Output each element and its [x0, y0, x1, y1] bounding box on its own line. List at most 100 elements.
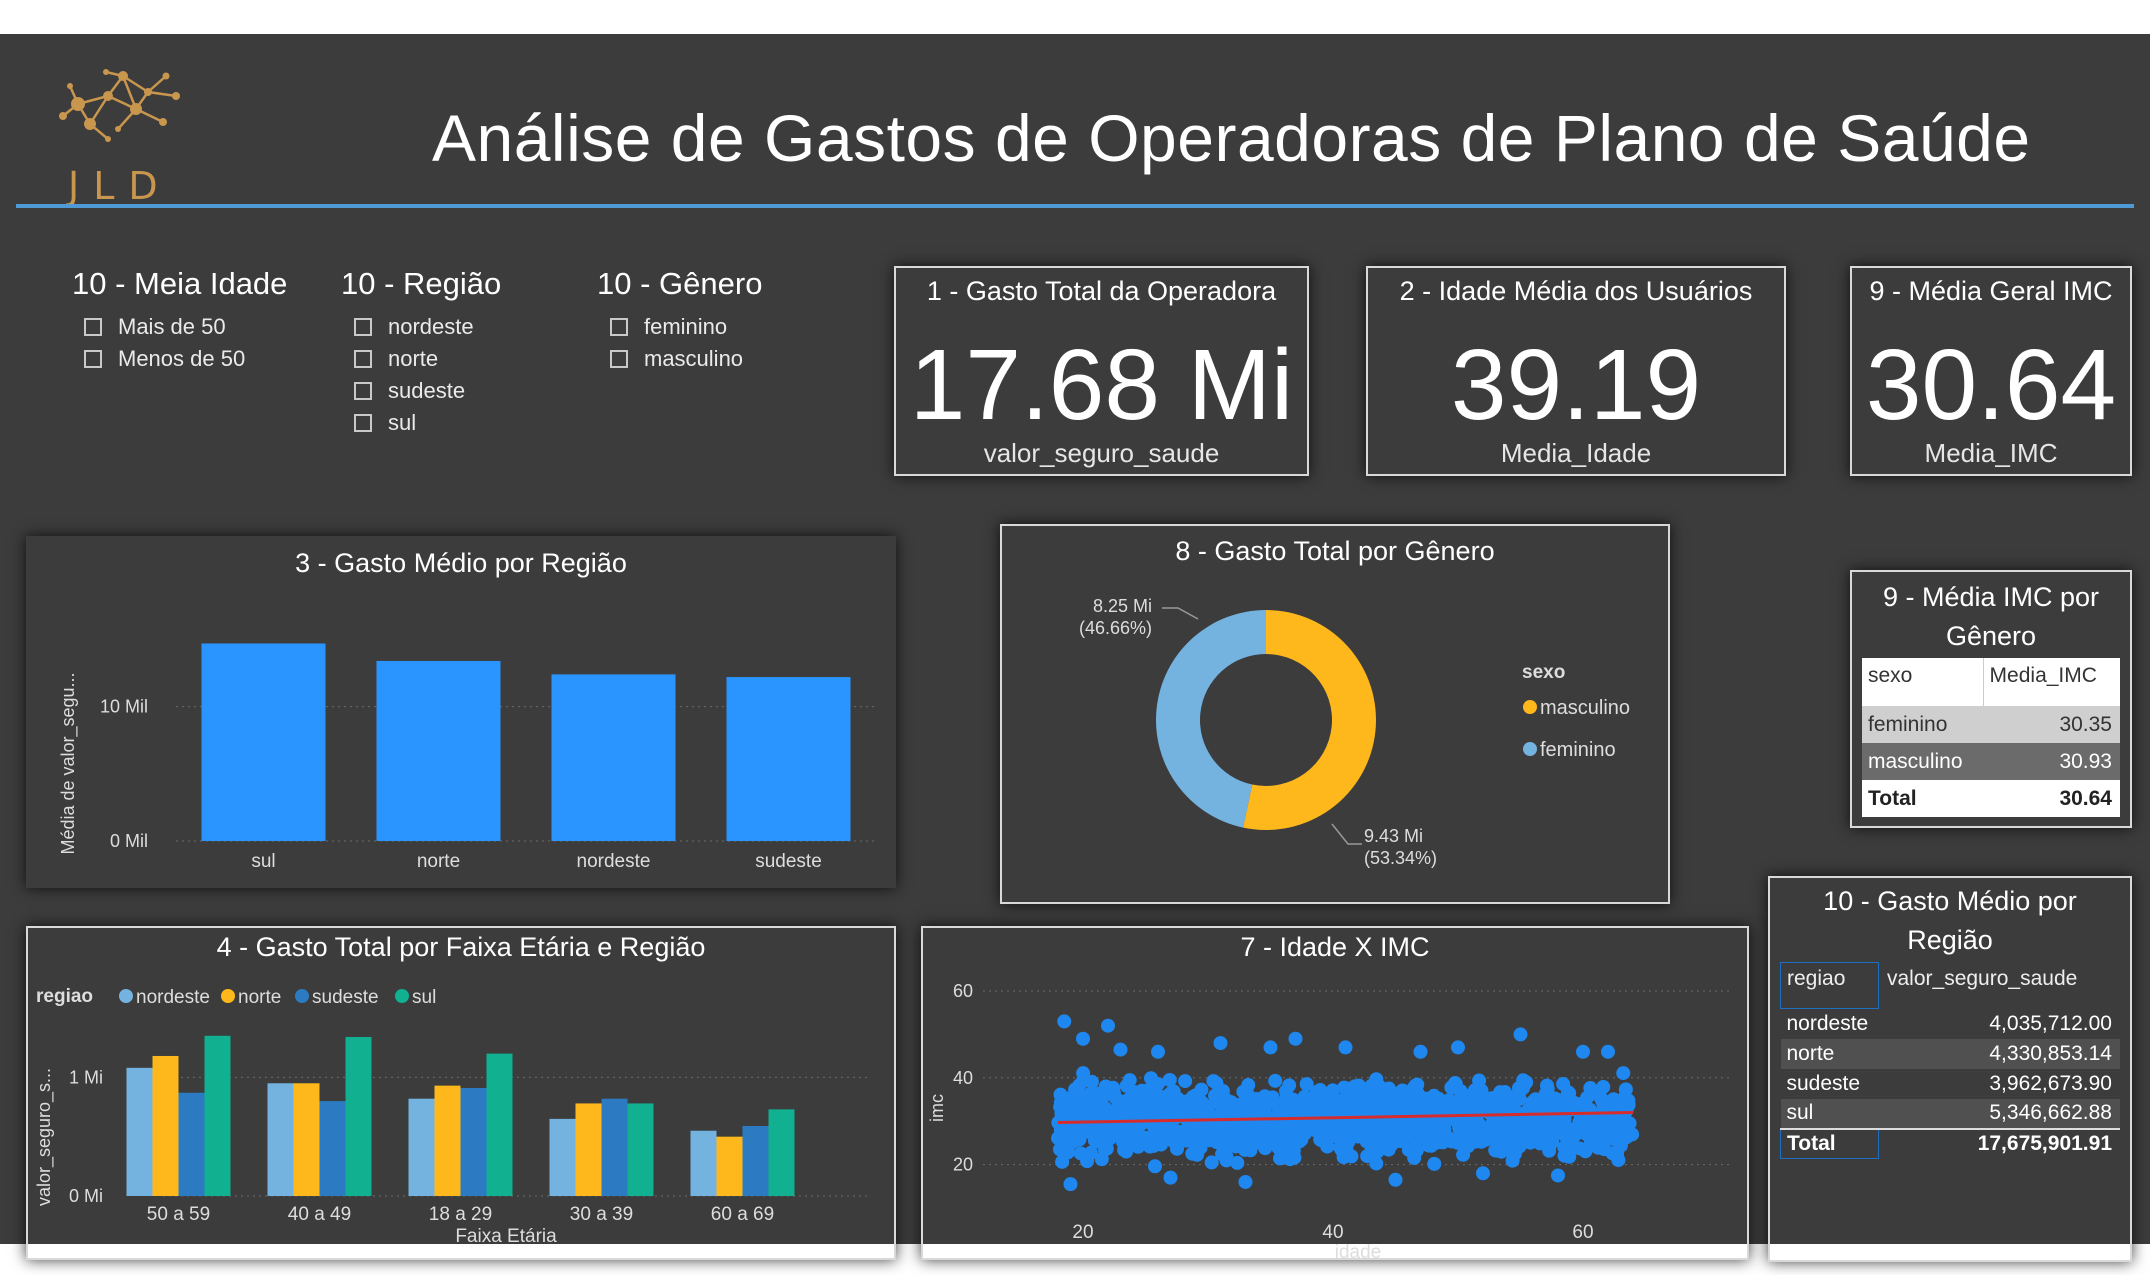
checkbox[interactable] [354, 414, 372, 432]
table-row: feminino 30.35 [1862, 706, 2120, 743]
kpi-title: 9 - Média Geral IMC [1869, 276, 2113, 306]
chart-gasto-total-genero[interactable]: 8 - Gasto Total por Gênero 9.43 Mi (53.34… [1000, 524, 1670, 904]
slicer-meia-idade: 10 - Meia Idade Mais de 50 Menos de 50 [72, 266, 312, 406]
slicer-option-nordeste[interactable]: nordeste [354, 314, 474, 340]
scatter-point [1291, 1117, 1306, 1132]
slicer-option-mais-de-50[interactable]: Mais de 50 [84, 314, 226, 340]
scatter-point [1302, 1104, 1317, 1119]
legend-label: sudeste [312, 987, 379, 1008]
checkbox[interactable] [84, 350, 102, 368]
scatter-point [1408, 1078, 1423, 1093]
bar-sudeste [601, 1098, 628, 1196]
legend-label: norte [238, 987, 281, 1008]
table-header-row: regiao valor_seguro_saude [1780, 962, 2121, 1009]
scatter-point [1427, 1156, 1442, 1171]
scatter-point [1579, 1127, 1594, 1142]
scatter-point [1545, 1134, 1560, 1149]
x-tick-label: 30 a 39 [570, 1204, 633, 1225]
x-tick-label: 40 [1322, 1222, 1343, 1243]
bar-sul [204, 1035, 231, 1196]
table-imc-genero[interactable]: 9 - Média IMC por Gênero sexo Media_IMC … [1850, 570, 2132, 828]
scatter-point [1320, 1139, 1335, 1154]
scatter-point [1282, 1078, 1297, 1093]
chart-gasto-faixa-regiao[interactable]: 4 - Gasto Total por Faixa Etária e Regiã… [26, 926, 896, 1260]
checkbox[interactable] [354, 382, 372, 400]
scatter-point [1476, 1166, 1490, 1181]
scatter-point [1605, 1146, 1620, 1161]
bar-sudeste [319, 1101, 346, 1196]
scatter-point [1271, 1140, 1286, 1155]
slicer-option-sudeste[interactable]: sudeste [354, 378, 465, 404]
kpi-value: 17.68 Mi [909, 329, 1294, 441]
table-gasto-medio-regiao[interactable]: 10 - Gasto Médio por Região regiao valor… [1768, 876, 2132, 1262]
x-tick-label: 40 a 49 [288, 1204, 351, 1225]
x-tick-label: nordeste [577, 851, 651, 872]
scatter-point [1215, 1147, 1230, 1162]
checkbox[interactable] [84, 318, 102, 336]
scatter-point [1215, 1083, 1230, 1098]
legend-marker [1523, 700, 1537, 714]
bar-sul [345, 1036, 372, 1196]
bar-nordeste [408, 1098, 435, 1196]
scatter-point [1388, 1172, 1403, 1187]
slicer-regiao: 10 - Região nordeste norte sudeste sul [341, 266, 541, 466]
leader-line [1162, 607, 1199, 620]
scatter-point [1151, 1077, 1166, 1092]
leader-line [1331, 823, 1362, 845]
scatter-point [1089, 1130, 1104, 1145]
bar-nordeste [267, 1083, 294, 1196]
scatter-point [1494, 1144, 1509, 1159]
slicer-option-sul[interactable]: sul [354, 410, 416, 436]
scatter-point [1451, 1040, 1465, 1055]
slicer-option-feminino[interactable]: feminino [610, 314, 727, 340]
scatter-point [1551, 1168, 1565, 1183]
kpi-value: 39.19 [1450, 329, 1702, 441]
scatter-point [1194, 1095, 1209, 1110]
scatter-point [1165, 1130, 1180, 1145]
logo-text: JLD [68, 164, 172, 208]
scatter-point [1163, 1170, 1178, 1185]
table-total-row: Total 30.64 [1862, 780, 2120, 817]
chart-gasto-medio-regiao[interactable]: 3 - Gasto Médio por Região 0 Mil 10 Mil Mé… [26, 536, 896, 888]
slicer-option-masculino[interactable]: masculino [610, 346, 743, 372]
imc-genero-table: sexo Media_IMC feminino 30.35 masculino … [1862, 658, 2120, 817]
scatter-point [1053, 1142, 1068, 1157]
bar-norte [152, 1055, 179, 1196]
scatter-point [1088, 1087, 1103, 1102]
bar-chart-svg: 0 Mil 10 Mil Média de valor_segu...sul nort… [58, 643, 876, 872]
scatter-point [1534, 1122, 1549, 1137]
scatter-point [1276, 1123, 1291, 1138]
checkbox[interactable] [354, 318, 372, 336]
grouped-bar-chart-svg: regiao nordeste norte sudeste sul 0 Mi 1 Mi val… [34, 986, 868, 1247]
checkbox[interactable] [610, 350, 628, 368]
bar-sul [768, 1109, 795, 1196]
bar-sudeste [460, 1088, 487, 1196]
slicer-option-menos-de-50[interactable]: Menos de 50 [84, 346, 245, 372]
scatter-point [1073, 1146, 1088, 1161]
bar-sudeste [742, 1125, 769, 1196]
page-title: Análise de Gastos de Operadoras de Plano… [432, 101, 2031, 175]
scatter-point [1214, 1122, 1229, 1137]
scatter-point [1162, 1116, 1177, 1131]
legend-label: masculino [1540, 697, 1630, 719]
kpi-idade-media[interactable]: 2 - Idade Média dos Usuários 39.19 Media… [1366, 266, 1786, 476]
bar-norte [293, 1083, 320, 1196]
scatter-point [1380, 1084, 1395, 1099]
bar-nordeste [690, 1130, 717, 1196]
scatter-point [1055, 1090, 1070, 1105]
kpi-gasto-total[interactable]: 1 - Gasto Total da Operadora 17.68 Mi va… [894, 266, 1309, 476]
slicer-option-norte[interactable]: norte [354, 346, 438, 372]
checkbox[interactable] [610, 318, 628, 336]
table-row: sudeste 3,962,673.90 [1780, 1068, 2120, 1099]
checkbox[interactable] [354, 350, 372, 368]
scatter-point [1566, 1095, 1581, 1110]
chart-idade-x-imc[interactable]: 7 - Idade X IMC 20 40 60 20 40 60 idade imc [921, 926, 1749, 1263]
kpi-label: valor_seguro_saude [983, 438, 1220, 468]
scatter-point [1380, 1132, 1395, 1147]
scatter-point [1616, 1066, 1631, 1081]
x-tick-label: 60 [1572, 1222, 1593, 1243]
bar-norte [434, 1085, 461, 1196]
kpi-label: Media_IMC [1924, 438, 2058, 468]
kpi-media-imc[interactable]: 9 - Média Geral IMC 30.64 Media_IMC [1850, 266, 2132, 476]
scatter-point [1605, 1109, 1620, 1124]
